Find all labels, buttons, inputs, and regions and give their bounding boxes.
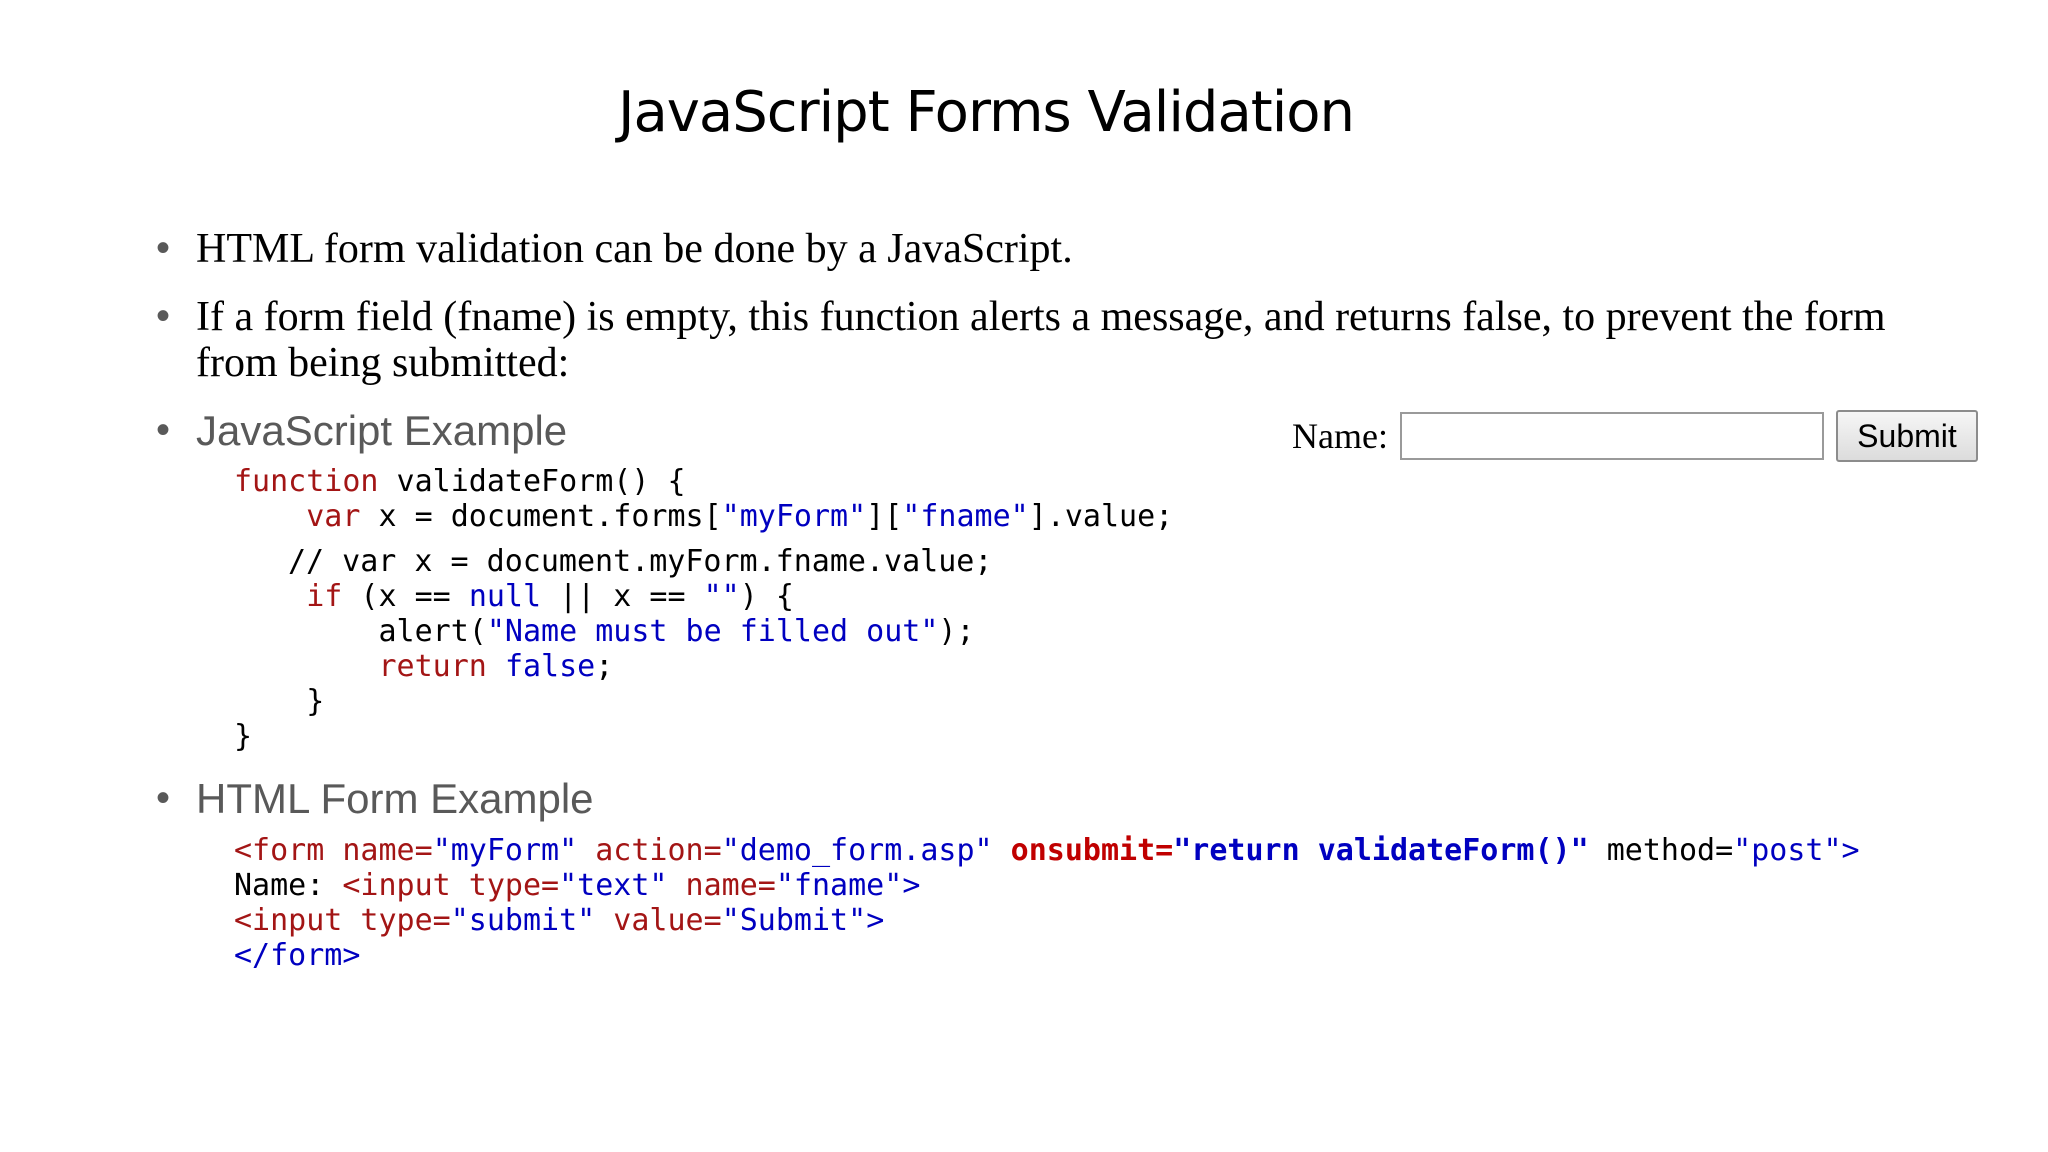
bullet-dot: •	[156, 776, 171, 820]
code-line: }	[234, 719, 253, 754]
demo-name-input[interactable]	[1399, 412, 1824, 460]
slide-title: JavaScript Forms Validation	[617, 80, 1355, 145]
js-code-block: function validateForm() { var x = docume…	[234, 464, 1173, 534]
js-code-block-2: if (x == null || x == "") { alert("Name …	[234, 579, 975, 754]
code-line: alert("Name must be filled out");	[378, 614, 975, 649]
code-line: if (x == null || x == "") {	[306, 579, 794, 614]
js-code-comment: // var x = document.myForm.fname.value;	[288, 544, 993, 579]
bullet-heading-html-example: HTML Form Example	[196, 775, 594, 822]
bullet-dot: •	[156, 408, 171, 452]
slide: JavaScript Forms Validation • HTML form …	[0, 0, 2048, 1152]
demo-form: Name: Submit	[1292, 410, 1978, 462]
code-line: var x = document.forms["myForm"]["fname"…	[306, 499, 1174, 534]
code-line: }	[306, 684, 325, 719]
demo-name-label: Name:	[1292, 416, 1388, 456]
code-line: return false;	[378, 649, 614, 684]
html-code-block: <form name="myForm" action="demo_form.as…	[234, 833, 1860, 973]
code-line: </form>	[234, 938, 361, 973]
bullet-text: HTML form validation can be done by a Ja…	[196, 226, 1073, 272]
code-line: function validateForm() {	[234, 464, 686, 499]
code-line: Name: <input type="text" name="fname">	[234, 868, 921, 903]
demo-submit-button[interactable]: Submit	[1835, 410, 1978, 462]
bullet-dot: •	[156, 226, 171, 270]
bullet-dot: •	[156, 294, 171, 338]
code-line: <form name="myForm" action="demo_form.as…	[234, 833, 1860, 868]
code-line: <input type="submit" value="Submit">	[234, 903, 885, 938]
bullet-text: If a form field (fname) is empty, this f…	[196, 294, 1886, 386]
